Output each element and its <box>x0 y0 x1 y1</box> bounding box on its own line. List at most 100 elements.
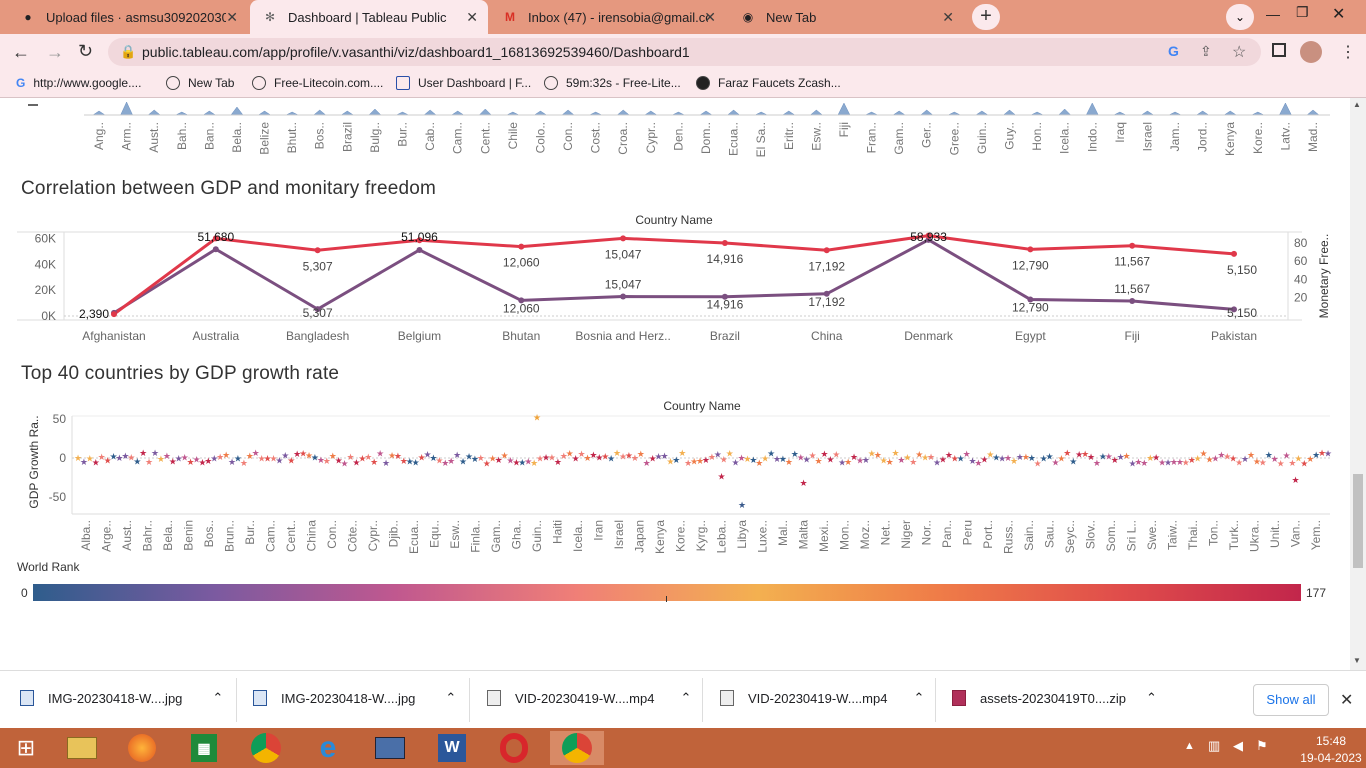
avatar[interactable] <box>1300 41 1322 63</box>
chart1-x-tick-label: China <box>811 329 843 343</box>
chart2-x-tick-label: Seyc.. <box>1063 520 1077 553</box>
gdp-growth-scatter-chart[interactable]: Country Name GDP Growth Ra.. 50 0 -50 ★ ★ ★ ★ ★ ★ ★… <box>0 396 1350 556</box>
word-icon[interactable]: W <box>432 731 472 765</box>
litecoin-icon <box>252 76 266 90</box>
url-text[interactable]: public.tableau.com/app/profile/v.vasanth… <box>142 44 690 60</box>
page-scrollbar[interactable]: ▲ ▼ <box>1350 98 1366 670</box>
clock-time[interactable]: 15:48 <box>1300 734 1362 748</box>
top-axis-tick-label: Guy.. <box>1003 122 1017 150</box>
flag-icon[interactable]: ⚑ <box>1256 738 1268 754</box>
chart1-data-label: 5,150 <box>1227 263 1257 277</box>
tableau-dashboard: Ang.. Arm.. Aust.. Bah.. Ban.. Bela.. Belize Bh… <box>0 98 1350 670</box>
forward-button[interactable]: → <box>46 42 64 63</box>
chart2-x-tick-label: Icela.. <box>571 520 585 552</box>
chevron-down-icon[interactable]: ⌄ <box>1226 4 1254 30</box>
tab-gmail[interactable]: M Inbox (47) - irensobia@gmail.com ✕ <box>490 0 726 34</box>
chevron-up-icon[interactable]: ⌃ <box>445 690 456 706</box>
bookmark-item[interactable]: New Tab <box>166 76 234 90</box>
minimize-button[interactable]: — <box>1266 6 1280 22</box>
close-icon[interactable]: ✕ <box>226 9 238 26</box>
download-item[interactable]: VID-20230419-W....mp4 ⌃ <box>487 690 691 706</box>
chart1-x-tick-label: Afghanistan <box>82 329 145 343</box>
chevron-up-icon[interactable]: ⌃ <box>1146 690 1157 706</box>
chart1-data-label: 11,567 <box>1114 255 1150 269</box>
back-button[interactable]: ← <box>12 42 30 63</box>
gdp-freedom-line-chart[interactable]: Country Name 60K 40K 20K 0K 80 60 40 20 Monetary … <box>0 210 1350 350</box>
close-downloads-icon[interactable]: ✕ <box>1340 690 1353 710</box>
chart1-right-axis-label: Monetary Free.. <box>1317 234 1331 319</box>
chevron-up-icon[interactable]: ⌃ <box>913 690 924 706</box>
chart1-left-tick: 20K <box>35 283 56 297</box>
chart2-x-tick-label: Kenya <box>653 520 667 554</box>
network-icon[interactable]: ▥ <box>1208 738 1220 754</box>
tab-github[interactable]: ● Upload files · asmsu3092020309 ✕ <box>8 0 248 34</box>
chart2-y-tick: -50 <box>49 490 67 504</box>
top-axis-tick-label: Ban.. <box>202 122 216 150</box>
chart2-x-tick-label: Leba.. <box>715 520 729 553</box>
chevron-up-icon[interactable]: ⌃ <box>212 690 223 706</box>
chart1-data-label: 14,916 <box>707 252 744 266</box>
tab-newtab[interactable]: ◉ New Tab ✕ <box>728 0 964 34</box>
address-bar[interactable]: 🔒 public.tableau.com/app/profile/v.vasan… <box>108 38 1261 66</box>
show-all-button[interactable]: Show all <box>1253 684 1329 716</box>
chart2-y-axis-label: GDP Growth Ra.. <box>27 415 41 508</box>
download-item[interactable]: assets-20230419T0....zip ⌃ <box>952 690 1157 706</box>
chart2-x-tick-label: Bela.. <box>161 520 175 551</box>
sidebar-icon[interactable] <box>1272 43 1286 57</box>
chart1-x-tick-label: Bhutan <box>502 329 540 343</box>
chrome-active-icon[interactable] <box>550 731 604 765</box>
chevron-up-icon[interactable]: ⌃ <box>680 690 691 706</box>
chart2-x-tick-label: Ukra.. <box>1248 520 1262 552</box>
bookmark-item[interactable]: Faraz Faucets Zcash... <box>696 76 841 90</box>
bookmark-item[interactable]: Ghttp://www.google.... <box>16 76 141 90</box>
chart2-x-tick-label: Port.. <box>981 520 995 549</box>
keyboard-icon[interactable] <box>370 731 410 765</box>
chart1-data-label: 51,096 <box>401 230 438 244</box>
excel-icon[interactable]: ▦ <box>184 731 224 765</box>
star-icon[interactable]: ☆ <box>1232 42 1246 62</box>
bookmark-item[interactable]: 59m:32s - Free-Lite... <box>544 76 681 90</box>
tab-title: Upload files · asmsu3092020309 <box>46 9 226 25</box>
scrollbar-thumb[interactable] <box>1353 474 1363 568</box>
close-icon[interactable]: ✕ <box>466 9 478 26</box>
chart1-left-tick: 60K <box>35 231 56 245</box>
bookmark-item[interactable]: Free-Litecoin.com.... <box>252 76 383 90</box>
tray-arrow-icon[interactable]: ▲ <box>1184 740 1195 752</box>
chrome-icon[interactable] <box>246 731 286 765</box>
bookmark-item[interactable]: User Dashboard | F... <box>396 76 531 90</box>
share-icon[interactable]: ⇪ <box>1200 43 1212 60</box>
close-icon[interactable]: ✕ <box>704 9 716 26</box>
top-axis-tick-label: Eritr.. <box>782 122 796 150</box>
chart2-x-tick-label: Turk.. <box>1227 520 1241 550</box>
close-icon[interactable]: ✕ <box>942 9 954 26</box>
freedom-point <box>620 235 627 242</box>
new-tab-button[interactable]: + <box>972 4 1000 30</box>
window-close-button[interactable]: ✕ <box>1332 4 1345 24</box>
chart2-x-tick-label: Aust.. <box>120 520 134 551</box>
chart1-data-label: 5,307 <box>303 259 333 273</box>
growth-point-notable: ★ <box>533 413 541 423</box>
top-axis-tick-label: Gree.. <box>947 122 961 155</box>
internet-explorer-icon[interactable]: e <box>308 731 348 765</box>
chart2-x-tick-label: Slov.. <box>1084 520 1098 549</box>
download-item[interactable]: IMG-20230418-W....jpg ⌃ <box>20 690 223 706</box>
file-explorer-icon[interactable] <box>62 731 102 765</box>
top-axis-tick-label: Ecua.. <box>727 122 741 156</box>
chart2-x-tick-label: Mal.. <box>776 520 790 546</box>
world-rank-color-legend[interactable] <box>33 584 1301 601</box>
firefox-icon[interactable] <box>122 731 162 765</box>
opera-icon[interactable] <box>494 731 534 765</box>
download-item[interactable]: IMG-20230418-W....jpg ⌃ <box>253 690 456 706</box>
chart1-right-tick: 40 <box>1294 272 1308 286</box>
reload-button[interactable]: ↻ <box>78 41 93 62</box>
tab-tableau[interactable]: ✻ Dashboard | Tableau Public ✕ <box>250 0 488 34</box>
clock-date[interactable]: 19-04-2023 <box>1300 751 1362 765</box>
top-axis-tick-label: Iraq <box>1113 122 1127 143</box>
maximize-button[interactable]: ❐ <box>1296 4 1309 21</box>
download-item[interactable]: VID-20230419-W....mp4 ⌃ <box>720 690 924 706</box>
chart2-x-tick-label: Cypr.. <box>366 520 380 551</box>
windows-start-icon[interactable]: ⊞ <box>6 731 46 765</box>
volume-icon[interactable]: ◀ <box>1233 738 1243 754</box>
menu-icon[interactable]: ⋮ <box>1340 42 1356 62</box>
google-translate-icon[interactable]: G <box>1168 43 1179 59</box>
